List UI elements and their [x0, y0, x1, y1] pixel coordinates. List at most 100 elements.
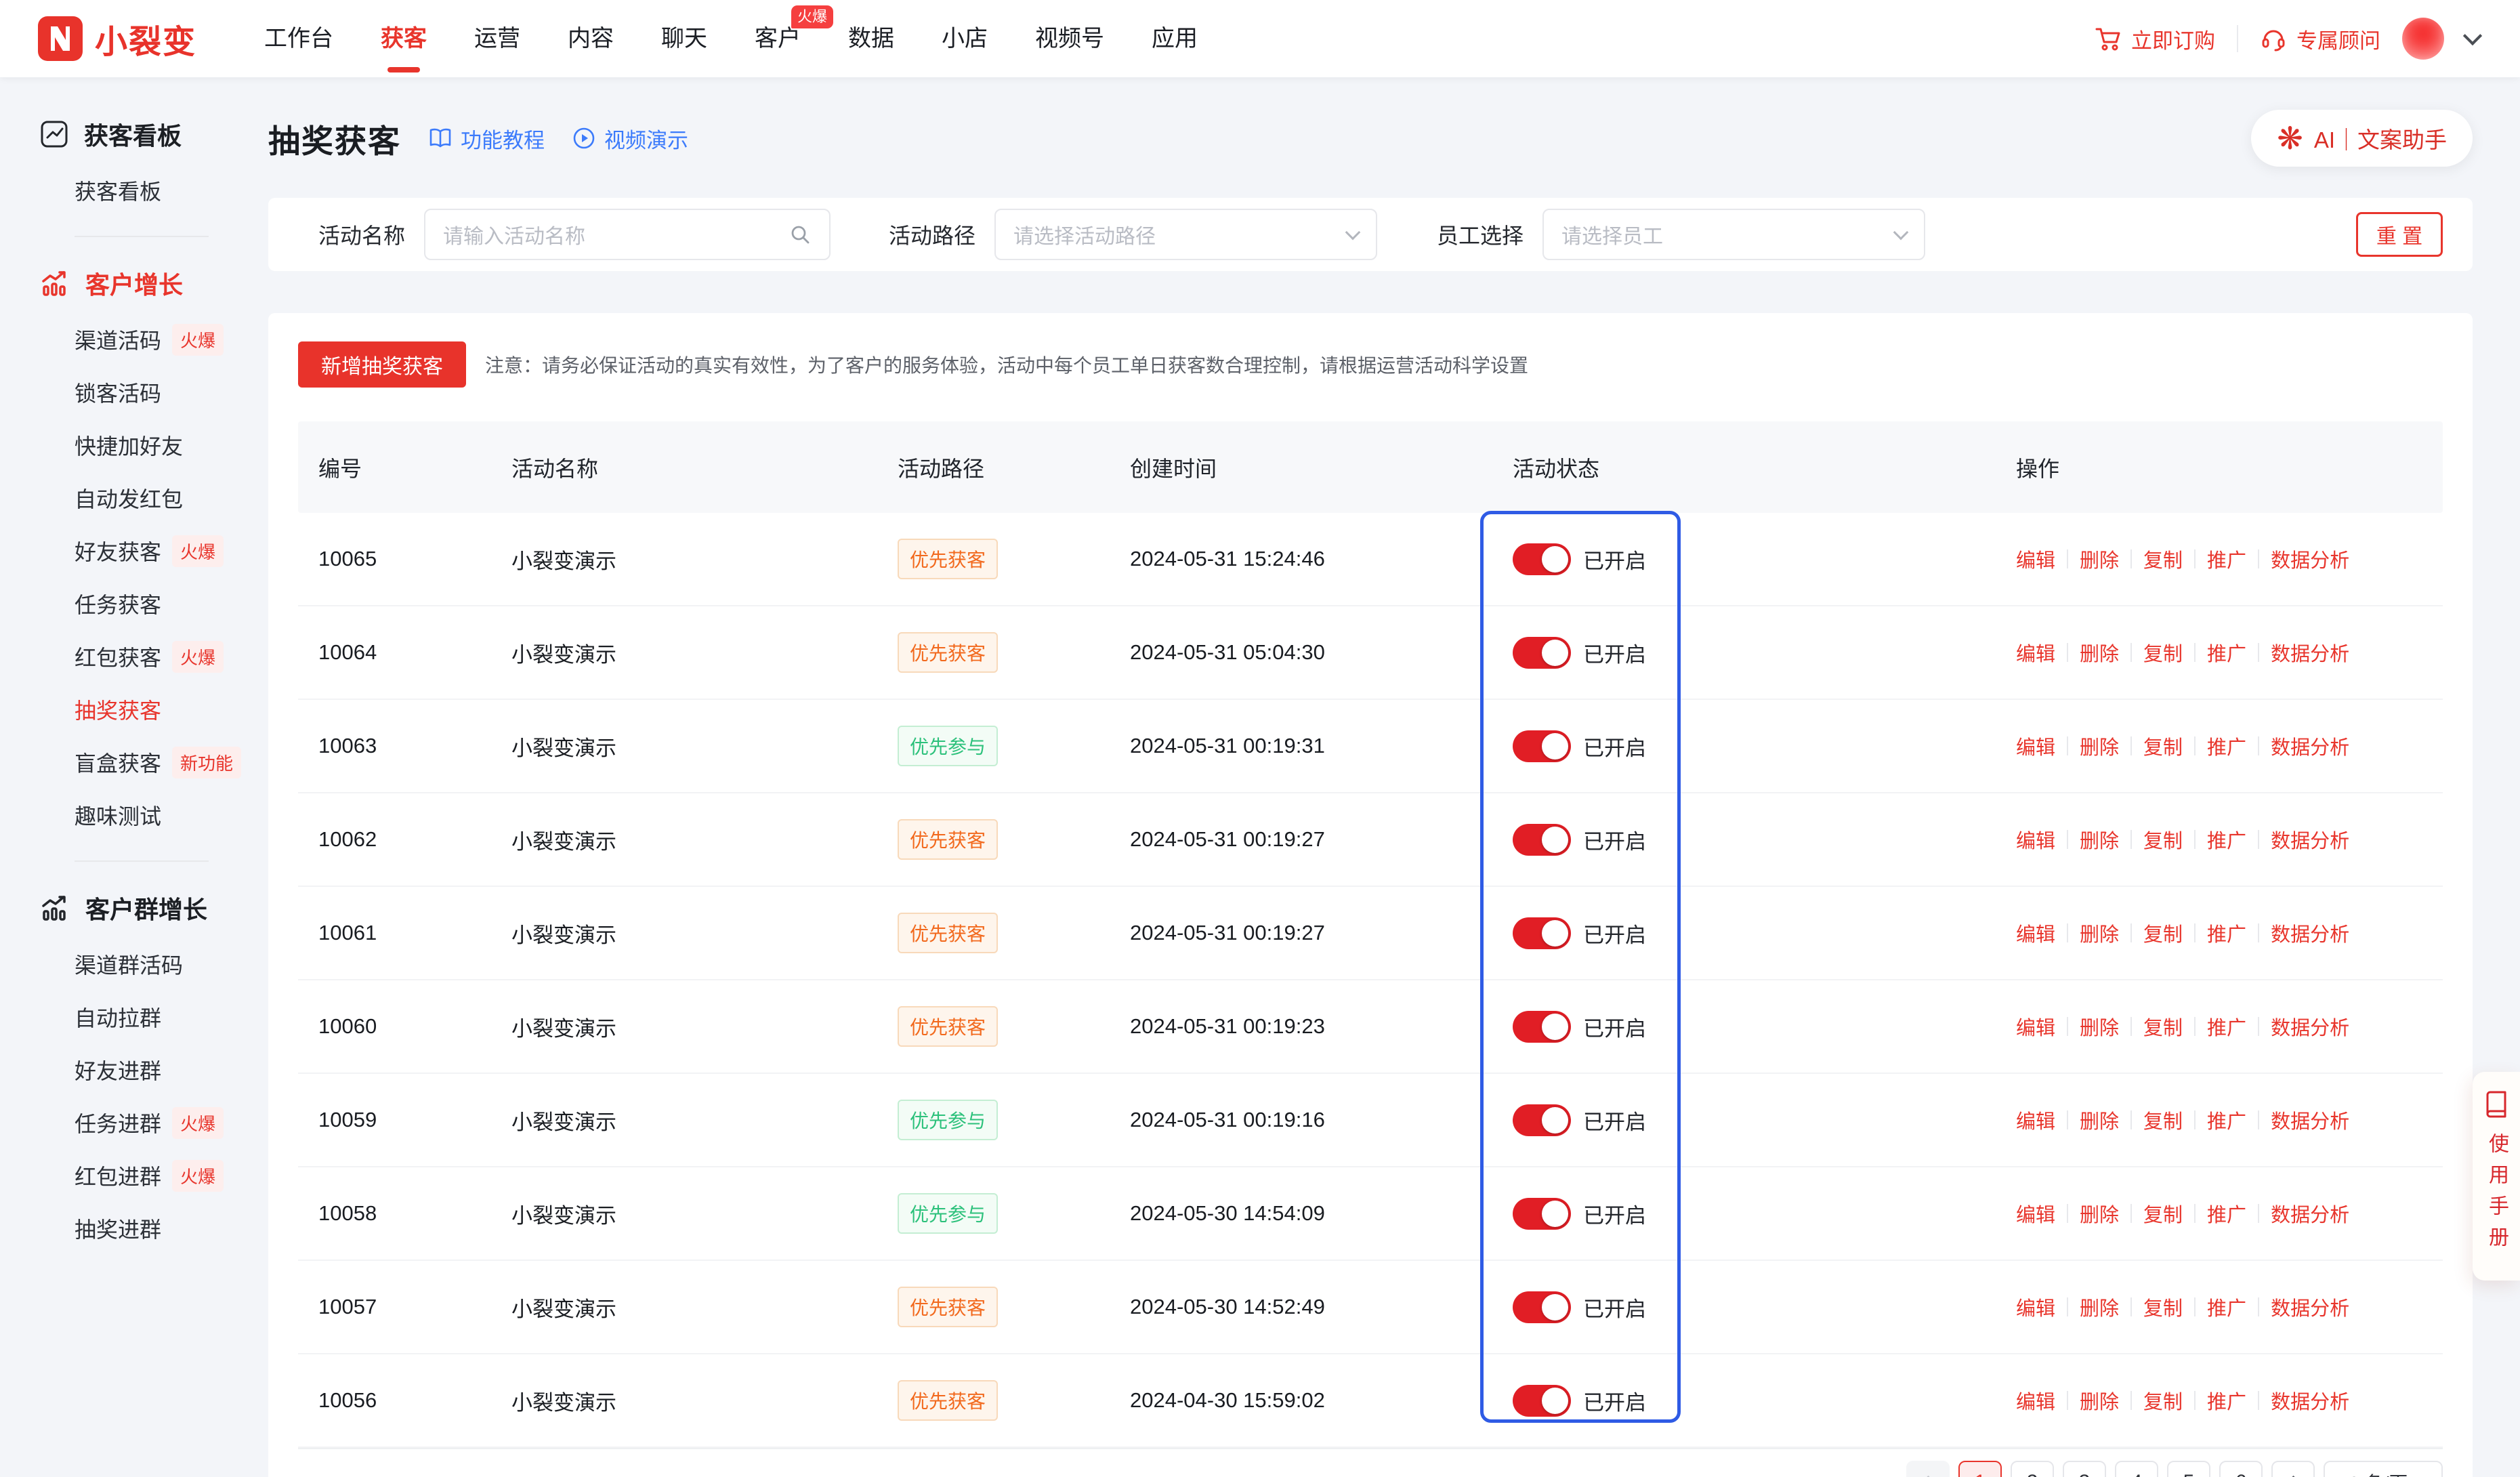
advisor-link[interactable]: 专属顾问	[2260, 24, 2380, 54]
edit-link[interactable]: 编辑	[2016, 1012, 2055, 1041]
sidebar-item-quick-add[interactable]: 快捷加好友	[0, 419, 251, 472]
nav-item-content[interactable]: 内容	[568, 0, 614, 77]
brand-logo[interactable]: 小裂变	[38, 15, 228, 62]
sidebar-item-redpacket-join-group[interactable]: 红包进群火爆	[0, 1149, 251, 1202]
sidebar-item-task-acquisition[interactable]: 任务获客	[0, 577, 251, 630]
activity-path-select[interactable]: 请选择活动路径	[994, 209, 1377, 260]
copy-link[interactable]: 复制	[2143, 545, 2183, 573]
edit-link[interactable]: 编辑	[2016, 545, 2055, 573]
sidebar-item-auto-redpacket[interactable]: 自动发红包	[0, 472, 251, 524]
analytics-link[interactable]: 数据分析	[2271, 545, 2349, 573]
user-avatar[interactable]	[2402, 18, 2444, 60]
status-toggle[interactable]	[1513, 637, 1571, 669]
status-toggle[interactable]	[1513, 1011, 1571, 1043]
promote-link[interactable]: 推广	[2207, 919, 2246, 947]
status-toggle[interactable]	[1513, 730, 1571, 762]
copy-link[interactable]: 复制	[2143, 638, 2183, 667]
delete-link[interactable]: 删除	[2080, 638, 2119, 667]
ai-copywriting-button[interactable]: ❋ AI｜文案助手	[2251, 110, 2473, 167]
edit-link[interactable]: 编辑	[2016, 1386, 2055, 1415]
promote-link[interactable]: 推广	[2207, 1106, 2246, 1134]
nav-item-apps[interactable]: 应用	[1152, 0, 1198, 77]
page-button-6[interactable]: 6	[2219, 1461, 2263, 1477]
edit-link[interactable]: 编辑	[2016, 1199, 2055, 1228]
sidebar-item-lock-code[interactable]: 锁客活码	[0, 366, 251, 419]
add-lottery-button[interactable]: 新增抽奖获客	[298, 341, 466, 388]
analytics-link[interactable]: 数据分析	[2271, 638, 2349, 667]
promote-link[interactable]: 推广	[2207, 1386, 2246, 1415]
sidebar-item-lottery-acquisition[interactable]: 抽奖获客	[0, 683, 251, 736]
copy-link[interactable]: 复制	[2143, 1106, 2183, 1134]
edit-link[interactable]: 编辑	[2016, 732, 2055, 760]
edit-link[interactable]: 编辑	[2016, 638, 2055, 667]
prev-page-button[interactable]	[1906, 1461, 1950, 1477]
status-toggle[interactable]	[1513, 1198, 1571, 1230]
delete-link[interactable]: 删除	[2080, 732, 2119, 760]
nav-item-video[interactable]: 视频号	[1035, 0, 1104, 77]
promote-link[interactable]: 推广	[2207, 825, 2246, 854]
delete-link[interactable]: 删除	[2080, 1012, 2119, 1041]
copy-link[interactable]: 复制	[2143, 919, 2183, 947]
promote-link[interactable]: 推广	[2207, 1199, 2246, 1228]
chevron-down-icon[interactable]	[2463, 26, 2482, 45]
promote-link[interactable]: 推广	[2207, 732, 2246, 760]
sidebar-item-lottery-join-group[interactable]: 抽奖进群	[0, 1202, 251, 1255]
analytics-link[interactable]: 数据分析	[2271, 919, 2349, 947]
nav-item-shop[interactable]: 小店	[942, 0, 988, 77]
delete-link[interactable]: 删除	[2080, 1199, 2119, 1228]
sidebar-item-friend-join-group[interactable]: 好友进群	[0, 1043, 251, 1096]
nav-item-acquisition[interactable]: 获客	[381, 0, 427, 77]
reset-button[interactable]: 重 置	[2356, 212, 2443, 257]
copy-link[interactable]: 复制	[2143, 1293, 2183, 1321]
page-button-3[interactable]: 3	[2063, 1461, 2106, 1477]
status-toggle[interactable]	[1513, 917, 1571, 949]
next-page-button[interactable]	[2271, 1461, 2315, 1477]
status-toggle[interactable]	[1513, 824, 1571, 856]
status-toggle[interactable]	[1513, 1291, 1571, 1323]
status-toggle[interactable]	[1513, 1104, 1571, 1136]
edit-link[interactable]: 编辑	[2016, 825, 2055, 854]
nav-item-customer[interactable]: 客户火爆	[755, 0, 801, 77]
edit-link[interactable]: 编辑	[2016, 1106, 2055, 1134]
nav-item-chat[interactable]: 聊天	[661, 0, 707, 77]
promote-link[interactable]: 推广	[2207, 545, 2246, 573]
delete-link[interactable]: 删除	[2080, 919, 2119, 947]
nav-item-data[interactable]: 数据	[848, 0, 894, 77]
analytics-link[interactable]: 数据分析	[2271, 825, 2349, 854]
nav-item-workbench[interactable]: 工作台	[264, 0, 333, 77]
sidebar-item-channel-code[interactable]: 渠道活码火爆	[0, 313, 251, 366]
staff-select[interactable]: 请选择员工	[1542, 209, 1925, 260]
delete-link[interactable]: 删除	[2080, 1106, 2119, 1134]
tutorial-link[interactable]: 功能教程	[428, 123, 545, 154]
page-button-5[interactable]: 5	[2167, 1461, 2210, 1477]
analytics-link[interactable]: 数据分析	[2271, 1293, 2349, 1321]
sidebar-item-task-join-group[interactable]: 任务进群火爆	[0, 1096, 251, 1149]
copy-link[interactable]: 复制	[2143, 1012, 2183, 1041]
copy-link[interactable]: 复制	[2143, 732, 2183, 760]
sidebar-item-friend-acquisition[interactable]: 好友获客火爆	[0, 524, 251, 577]
promote-link[interactable]: 推广	[2207, 638, 2246, 667]
copy-link[interactable]: 复制	[2143, 1386, 2183, 1415]
edit-link[interactable]: 编辑	[2016, 919, 2055, 947]
activity-name-input[interactable]: 请输入活动名称	[424, 209, 831, 260]
analytics-link[interactable]: 数据分析	[2271, 1199, 2349, 1228]
status-toggle[interactable]	[1513, 543, 1571, 575]
order-now-link[interactable]: 立即订购	[2095, 24, 2215, 54]
delete-link[interactable]: 删除	[2080, 1293, 2119, 1321]
analytics-link[interactable]: 数据分析	[2271, 1106, 2349, 1134]
sidebar-item-blindbox-acquisition[interactable]: 盲盒获客新功能	[0, 736, 251, 789]
page-button-1[interactable]: 1	[1958, 1461, 2002, 1477]
page-button-2[interactable]: 2	[2011, 1461, 2054, 1477]
video-demo-link[interactable]: 视频演示	[572, 123, 688, 154]
copy-link[interactable]: 复制	[2143, 1199, 2183, 1228]
analytics-link[interactable]: 数据分析	[2271, 1386, 2349, 1415]
user-manual-tab[interactable]: 使用手册	[2473, 1072, 2520, 1281]
nav-item-operation[interactable]: 运营	[474, 0, 520, 77]
edit-link[interactable]: 编辑	[2016, 1293, 2055, 1321]
analytics-link[interactable]: 数据分析	[2271, 732, 2349, 760]
sidebar-item-dashboard[interactable]: 获客看板	[0, 164, 251, 217]
delete-link[interactable]: 删除	[2080, 825, 2119, 854]
delete-link[interactable]: 删除	[2080, 1386, 2119, 1415]
page-size-select[interactable]: 10 条/页	[2324, 1461, 2443, 1477]
page-button-4[interactable]: 4	[2115, 1461, 2158, 1477]
